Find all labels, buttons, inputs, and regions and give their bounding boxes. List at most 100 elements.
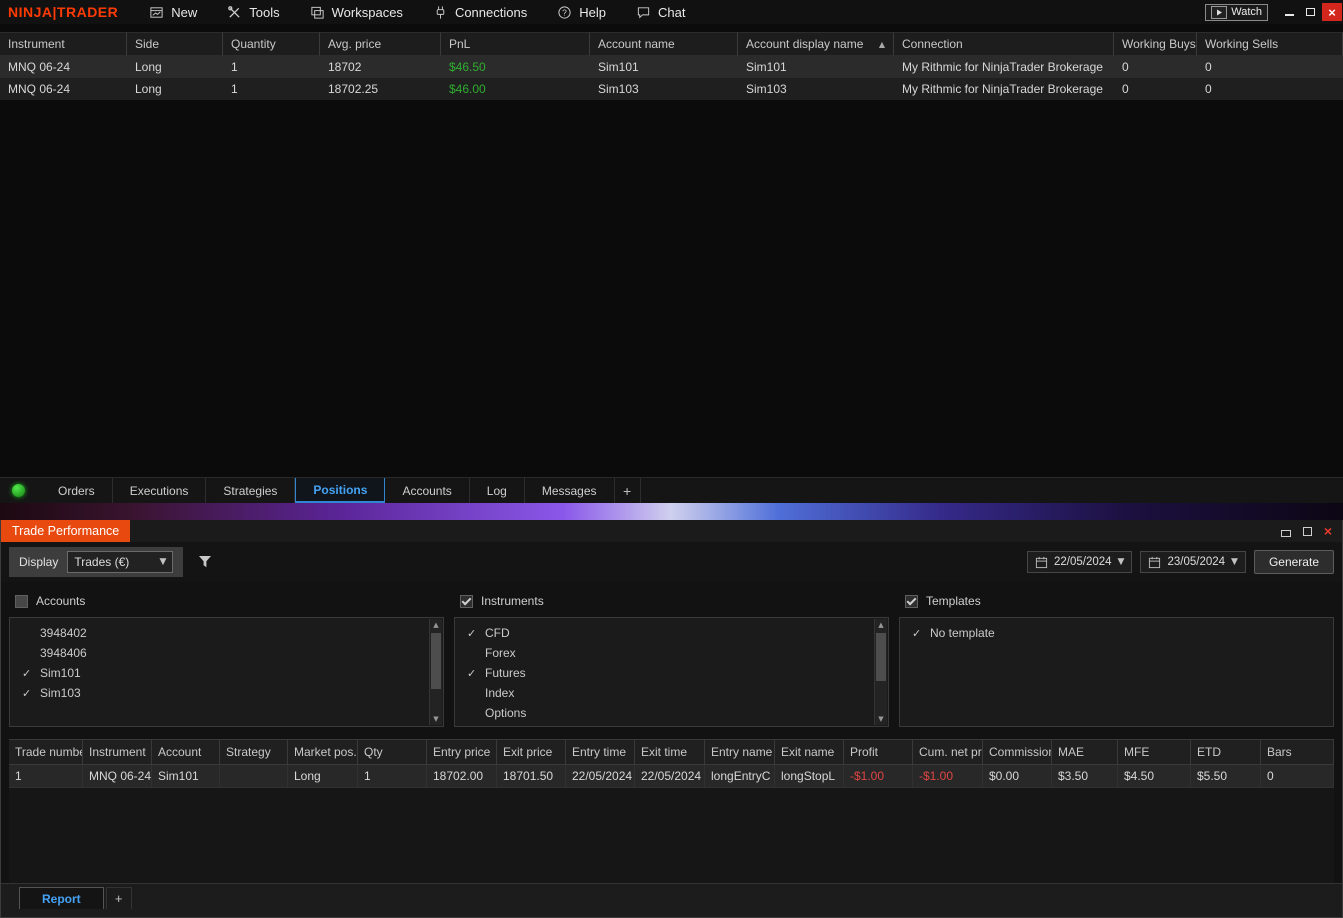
scroll-down-icon[interactable]: ▼: [875, 713, 887, 725]
col-header-bars[interactable]: Bars: [1261, 739, 1334, 765]
tab-log[interactable]: Log: [470, 478, 525, 503]
chevron-down-icon: ▼: [1231, 557, 1238, 567]
scroll-up-icon[interactable]: ▲: [875, 619, 887, 631]
scrollbar-thumb[interactable]: [876, 633, 886, 681]
tab-executions[interactable]: Executions: [113, 478, 207, 503]
col-header-mae[interactable]: MAE: [1052, 739, 1118, 765]
instruments-checkbox[interactable]: [460, 594, 473, 608]
instruments-panel: Instruments ✓ CFD Forex ✓ Futures Index …: [454, 592, 889, 727]
menu-new[interactable]: New: [134, 0, 212, 24]
display-dropdown[interactable]: Trades (€) ▼: [67, 551, 174, 573]
col-header-working-buys[interactable]: Working Buys: [1114, 32, 1197, 56]
tab-messages[interactable]: Messages: [525, 478, 615, 503]
col-header-account-name[interactable]: Account name: [590, 32, 738, 56]
col-header-cum-net-profit[interactable]: Cum. net profit: [913, 739, 983, 765]
chevron-down-icon: ▼: [1117, 557, 1125, 567]
menu-tools[interactable]: Tools: [212, 0, 294, 24]
add-tab-button[interactable]: +: [615, 478, 641, 503]
list-item[interactable]: 3948402: [10, 623, 443, 643]
date-to-value: 23/05/2024: [1167, 556, 1226, 568]
item-label: CFD: [485, 626, 510, 640]
maximize-button[interactable]: [1298, 523, 1316, 539]
list-item[interactable]: ✓ CFD: [455, 623, 888, 643]
col-header-etd[interactable]: ETD: [1191, 739, 1261, 765]
col-header-account-display-name[interactable]: Account display name ▲: [738, 32, 894, 56]
col-header-working-sells[interactable]: Working Sells: [1197, 32, 1343, 56]
position-row[interactable]: MNQ 06-24 Long 1 18702.25 $46.00 Sim103 …: [0, 78, 1343, 100]
date-from-picker[interactable]: 22/05/2024 ▼: [1026, 551, 1133, 573]
maximize-button[interactable]: [1301, 3, 1320, 21]
col-header-entry-name[interactable]: Entry name: [705, 739, 775, 765]
col-header-pnl[interactable]: PnL: [441, 32, 590, 56]
cell-side: Long: [135, 82, 162, 96]
scrollbar[interactable]: ▲ ▼: [429, 619, 442, 725]
cell-account-name: Sim103: [598, 82, 639, 96]
col-header-commission[interactable]: Commission: [983, 739, 1052, 765]
position-row[interactable]: MNQ 06-24 Long 1 18702 $46.50 Sim101 Sim…: [0, 56, 1343, 78]
tab-report[interactable]: Report: [19, 887, 104, 909]
trade-row[interactable]: 1 MNQ 06-24 Sim101 Long 1 18702.00 18701…: [9, 765, 1334, 788]
menu-workspaces[interactable]: Workspaces: [295, 0, 418, 24]
col-header-account[interactable]: Account: [152, 739, 220, 765]
item-label: Sim101: [40, 666, 81, 680]
menu-chat[interactable]: Chat: [621, 0, 700, 24]
col-header-mfe[interactable]: MFE: [1118, 739, 1191, 765]
desktop-wallpaper-strip: [0, 503, 1343, 520]
cell-etd: $5.50: [1191, 765, 1261, 788]
minimize-button[interactable]: [1280, 3, 1299, 21]
menu-chat-label: Chat: [657, 4, 686, 20]
col-header-trade-number[interactable]: Trade number: [9, 739, 83, 765]
col-header-market-pos[interactable]: Market pos.: [288, 739, 358, 765]
close-button[interactable]: ×: [1319, 523, 1337, 539]
tab-positions[interactable]: Positions: [295, 478, 386, 503]
list-item[interactable]: ✓ No template: [900, 623, 1333, 643]
scrollbar-thumb[interactable]: [431, 633, 441, 689]
col-header-qty[interactable]: Qty: [358, 739, 427, 765]
tab-orders[interactable]: Orders: [41, 478, 113, 503]
trade-performance-toolbar: Display Trades (€) ▼ 22/05/2024 ▼ 23/05/…: [1, 542, 1342, 582]
cell-avg-price: 18702.25: [328, 82, 379, 96]
scroll-up-icon[interactable]: ▲: [430, 619, 442, 631]
list-item[interactable]: ✓ Futures: [455, 663, 888, 683]
tab-accounts[interactable]: Accounts: [385, 478, 470, 503]
list-item[interactable]: Options: [455, 703, 888, 723]
menu-connections[interactable]: Connections: [418, 0, 542, 24]
col-header-exit-price[interactable]: Exit price: [497, 739, 566, 765]
close-button[interactable]: ×: [1322, 3, 1342, 21]
scroll-down-icon[interactable]: ▼: [430, 713, 442, 725]
item-check: ✓: [22, 686, 32, 700]
tab-strategies[interactable]: Strategies: [206, 478, 296, 503]
menu-help[interactable]: ? Help: [542, 0, 621, 24]
list-item[interactable]: 3948406: [10, 643, 443, 663]
col-header-side[interactable]: Side: [127, 32, 223, 56]
instruments-panel-label: Instruments: [481, 594, 544, 608]
col-header-connection[interactable]: Connection: [894, 32, 1114, 56]
svg-text:?: ?: [562, 7, 567, 17]
col-header-instrument[interactable]: Instrument: [83, 739, 152, 765]
col-header-instrument[interactable]: Instrument: [0, 32, 127, 56]
date-to-picker[interactable]: 23/05/2024 ▼: [1140, 551, 1246, 573]
col-header-strategy[interactable]: Strategy: [220, 739, 288, 765]
list-item[interactable]: Forex: [455, 643, 888, 663]
col-header-avg-price[interactable]: Avg. price: [320, 32, 441, 56]
accounts-checkbox[interactable]: [15, 594, 28, 608]
minimize-button[interactable]: [1277, 523, 1295, 539]
watch-button[interactable]: Watch: [1205, 3, 1268, 21]
list-item[interactable]: ✓ Sim103: [10, 683, 443, 703]
list-item[interactable]: Index: [455, 683, 888, 703]
item-label: Options: [485, 706, 527, 720]
col-header-exit-name[interactable]: Exit name: [775, 739, 844, 765]
col-header-exit-time[interactable]: Exit time: [635, 739, 705, 765]
generate-button[interactable]: Generate: [1253, 550, 1334, 574]
templates-checkbox[interactable]: [905, 594, 918, 608]
col-header-entry-price[interactable]: Entry price: [427, 739, 497, 765]
list-item[interactable]: Stock: [455, 723, 888, 726]
col-header-quantity[interactable]: Quantity: [223, 32, 320, 56]
add-tab-button[interactable]: +: [105, 887, 132, 909]
list-item[interactable]: ✓ Sim101: [10, 663, 443, 683]
filter-button[interactable]: [198, 555, 212, 569]
tools-icon: [228, 5, 240, 18]
col-header-entry-time[interactable]: Entry time: [566, 739, 635, 765]
scrollbar[interactable]: ▲ ▼: [874, 619, 887, 725]
col-header-profit[interactable]: Profit: [844, 739, 913, 765]
